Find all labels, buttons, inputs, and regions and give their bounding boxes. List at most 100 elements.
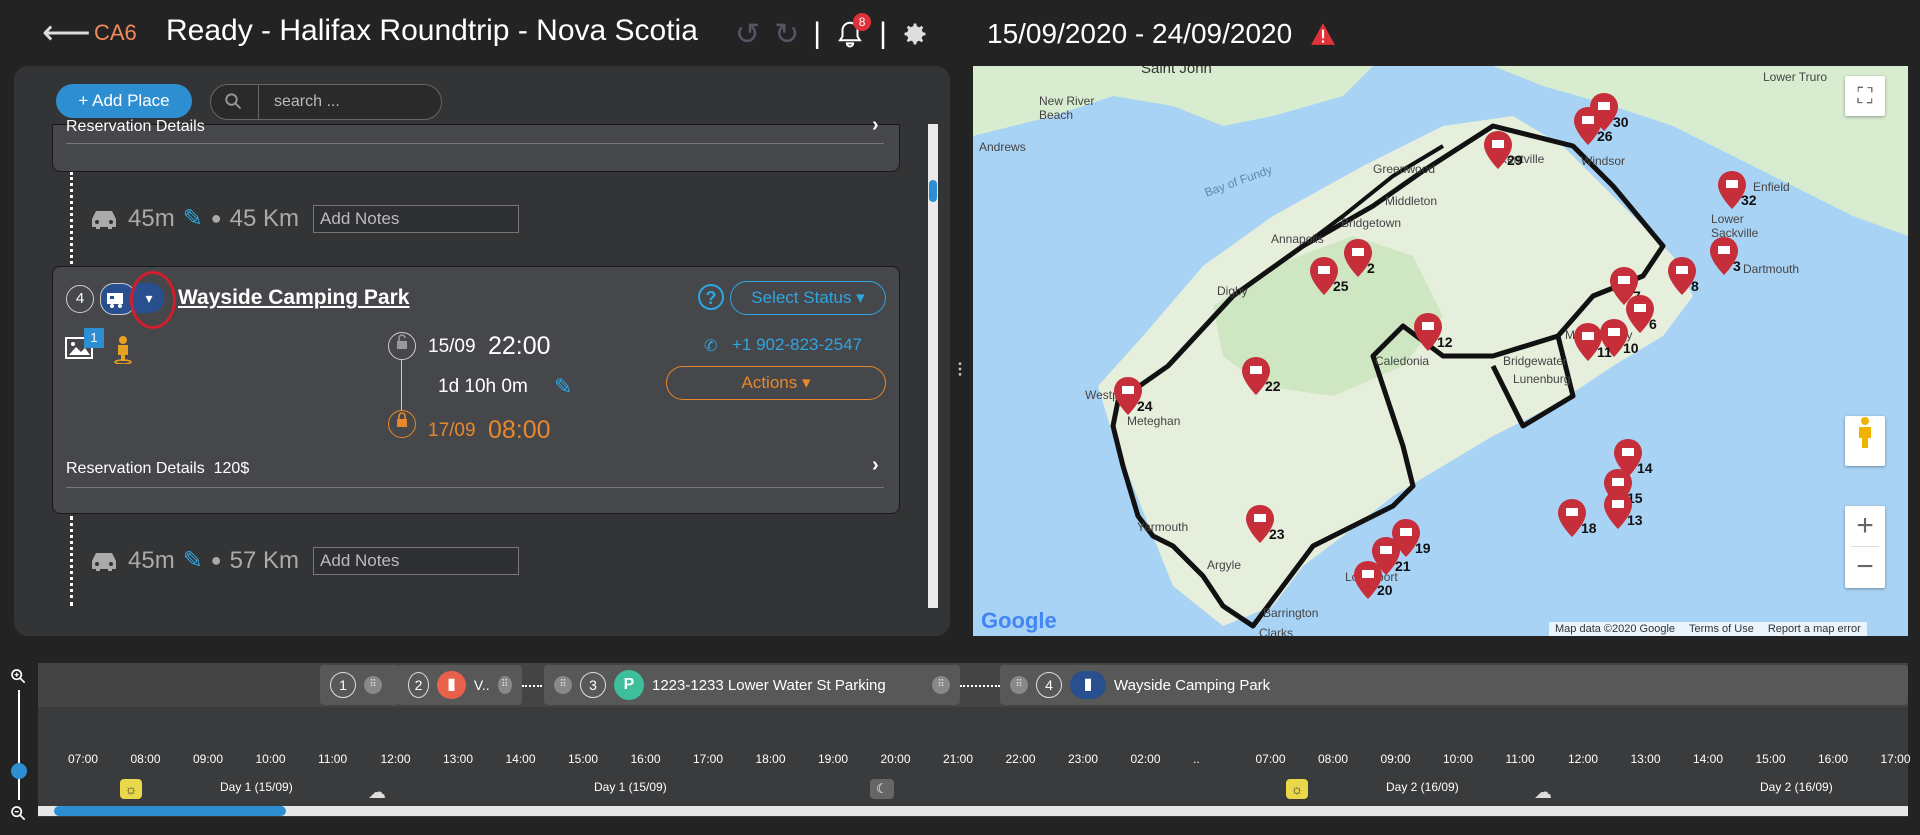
map-markers: 3026293238761011122522224141513181921202… <box>973 66 1908 636</box>
map-marker[interactable]: 26 <box>1573 106 1613 151</box>
select-status-button[interactable]: Select Status ▾ <box>730 281 886 315</box>
warning-icon[interactable] <box>1310 22 1336 46</box>
unlock-icon[interactable] <box>388 332 416 360</box>
hour-label: .. <box>1193 752 1200 766</box>
help-question-icon[interactable]: ? <box>698 284 724 310</box>
drag-handle-icon[interactable]: ⠿ <box>1010 676 1028 694</box>
zoom-out-icon[interactable] <box>10 805 26 826</box>
phone-link[interactable]: +1 902-823-2547 <box>732 335 862 355</box>
zoom-slider-track[interactable] <box>18 690 20 800</box>
hour-label: 09:00 <box>1380 752 1411 766</box>
search-input[interactable] <box>272 88 436 116</box>
drag-handle-icon[interactable]: ⠿ <box>364 676 382 694</box>
trip-code: CA6 <box>94 20 137 45</box>
place-number: 4 <box>66 285 94 313</box>
stop-label: 1223-1233 Lower Water St Parking <box>652 676 886 694</box>
map-marker[interactable]: 6 <box>1625 294 1657 339</box>
day-label: Day 1 (15/09) <box>594 780 667 794</box>
scrollbar-thumb[interactable] <box>929 180 937 202</box>
drag-handle-icon[interactable]: ⠿ <box>497 676 512 694</box>
reservation-details-label[interactable]: Reservation Details <box>66 118 205 136</box>
drag-handle-icon[interactable]: ⠿ <box>554 676 572 694</box>
zoom-out-button[interactable]: − <box>1845 547 1885 587</box>
map-marker[interactable]: 12 <box>1413 312 1453 357</box>
map-marker-label: 30 <box>1613 114 1629 130</box>
timeline-stop-4[interactable]: ⠿ 4 ▮ Wayside Camping Park <box>1000 665 1908 705</box>
fullscreen-icon[interactable]: ⛶ <box>1845 76 1885 116</box>
chevron-right-icon[interactable]: › <box>872 114 879 137</box>
add-place-button[interactable]: + Add Place <box>56 84 192 118</box>
reservation-details-label[interactable]: Reservation Details 120$ <box>66 460 249 478</box>
map-footer: Map data ©2020 Google Terms of Use Repor… <box>1549 622 1867 636</box>
hour-label: 08:00 <box>130 752 161 766</box>
divider <box>66 487 884 488</box>
zoom-slider-thumb[interactable] <box>11 763 27 779</box>
map-marker[interactable]: 22 <box>1241 356 1281 401</box>
edit-pencil-icon[interactable]: ✎ <box>183 204 203 233</box>
departure-time[interactable]: 08:00 <box>488 416 551 445</box>
place-name-link[interactable]: Wayside Camping Park <box>178 286 409 310</box>
route-connector <box>70 516 73 606</box>
photo-count-badge: 1 <box>84 328 104 348</box>
map-marker-label: 21 <box>1395 558 1411 574</box>
map-marker[interactable]: 25 <box>1309 256 1349 301</box>
report-map-error-link[interactable]: Report a map error <box>1768 622 1861 636</box>
drag-handle-icon[interactable]: ⠿ <box>932 676 950 694</box>
timeline-connector <box>960 685 1000 687</box>
map-marker[interactable]: 8 <box>1667 256 1699 301</box>
edit-pencil-icon[interactable]: ✎ <box>183 546 203 575</box>
lock-icon[interactable] <box>388 410 416 438</box>
map-marker[interactable]: 23 <box>1245 504 1285 549</box>
rv-camper-icon: ▮ <box>437 671 466 699</box>
bullet-icon: ● <box>210 550 222 570</box>
map-marker[interactable]: 18 <box>1557 498 1597 543</box>
stop-number: 3 <box>580 672 606 698</box>
highlight-circle <box>130 271 176 329</box>
travel-segment: 45m ✎ ● 57 Km <box>88 546 520 575</box>
map-marker[interactable]: 24 <box>1113 376 1153 421</box>
map-marker[interactable]: 11 <box>1573 322 1612 367</box>
map-marker[interactable]: 29 <box>1483 130 1523 175</box>
gear-icon[interactable] <box>901 20 929 48</box>
notification-badge: 8 <box>853 13 872 31</box>
map-marker[interactable]: 13 <box>1603 490 1643 535</box>
edit-pencil-icon[interactable]: ✎ <box>554 374 572 400</box>
hour-label: 15:00 <box>1755 752 1786 766</box>
timeline-connector <box>522 685 542 687</box>
hour-label: 16:00 <box>630 752 661 766</box>
sun-icon: ☼ <box>1286 779 1308 799</box>
chevron-right-icon[interactable]: › <box>872 454 879 477</box>
person-pin-icon[interactable] <box>112 334 134 364</box>
street-view-pegman-icon[interactable] <box>1845 416 1885 466</box>
notes-input[interactable] <box>313 546 520 575</box>
timeline-stop-3[interactable]: ⠿ 3 P 1223-1233 Lower Water St Parking ⠿ <box>544 665 960 705</box>
notifications-button[interactable]: 8 <box>835 13 872 49</box>
map-view[interactable]: Saint John New River Beach Andrews Bay o… <box>973 66 1908 636</box>
map-marker[interactable]: 2 <box>1343 238 1375 283</box>
map-marker-label: 19 <box>1415 540 1431 556</box>
map-marker[interactable]: 32 <box>1717 170 1757 215</box>
map-marker-label: 11 <box>1597 344 1612 360</box>
map-marker[interactable]: 20 <box>1353 560 1393 605</box>
divider: | <box>879 17 887 50</box>
panel-resize-handle[interactable] <box>958 358 962 380</box>
zoom-in-icon[interactable] <box>10 668 26 689</box>
hour-label: 10:00 <box>1443 752 1474 766</box>
undo-icon[interactable]: ↺ <box>735 17 760 52</box>
zoom-in-button[interactable]: + <box>1845 506 1885 546</box>
map-marker[interactable]: 3 <box>1709 236 1741 281</box>
terms-of-use-link[interactable]: Terms of Use <box>1689 622 1754 636</box>
actions-button[interactable]: Actions ▾ <box>666 366 886 400</box>
notes-input[interactable] <box>313 204 520 233</box>
hour-label: 09:00 <box>193 752 224 766</box>
travel-distance: 57 Km <box>229 546 300 574</box>
redo-icon[interactable]: ↻ <box>774 17 799 52</box>
map-marker-label: 18 <box>1581 520 1597 536</box>
timeline-stop-1[interactable]: 1 ⠿ <box>320 665 400 705</box>
timeline-scrollbar-track[interactable] <box>38 806 1908 816</box>
day-label: Day 2 (16/09) <box>1760 780 1833 794</box>
timeline-stop-2[interactable]: 2 ▮ V.. ⠿ <box>398 665 522 705</box>
arrival-time[interactable]: 22:00 <box>488 332 551 361</box>
timeline-scrollbar-thumb[interactable] <box>54 806 286 816</box>
back-arrow-icon[interactable]: ⟵ <box>42 16 91 50</box>
